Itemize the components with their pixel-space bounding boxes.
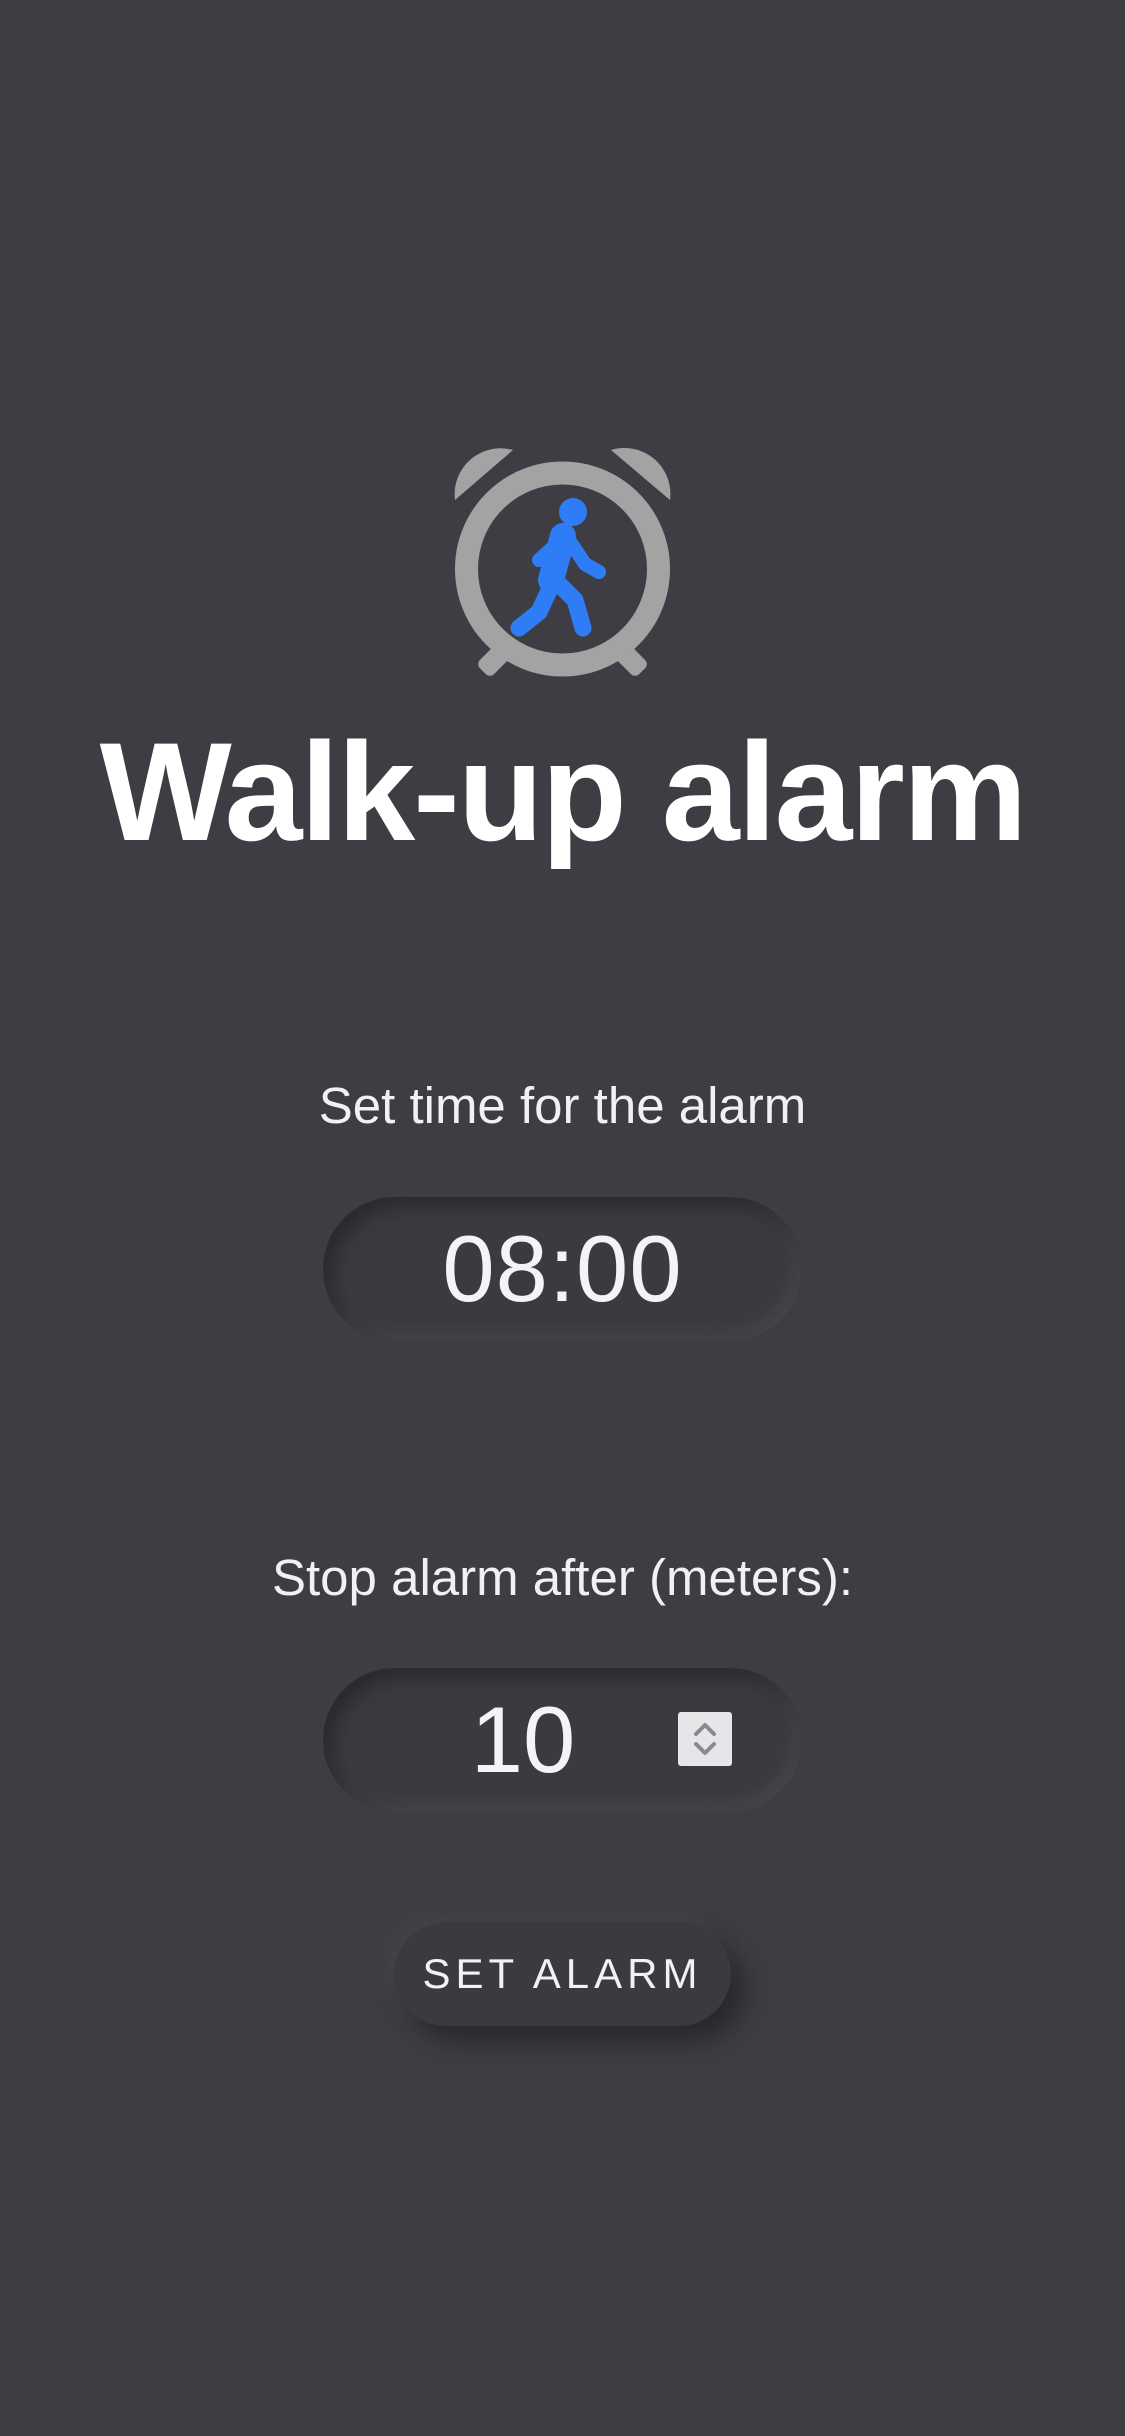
time-value[interactable]: 08:00 <box>323 1197 802 1341</box>
up-down-stepper-icon[interactable] <box>678 1712 732 1766</box>
meters-input[interactable]: 10 <box>323 1668 802 1812</box>
meters-label: Stop alarm after (meters): <box>272 1549 853 1606</box>
alarm-clock-walking-icon <box>435 432 690 687</box>
time-label: Set time for the alarm <box>318 1077 807 1134</box>
time-input[interactable]: 08:00 <box>323 1197 802 1341</box>
alarm-screen: Walk-up alarm Set time for the alarm 08:… <box>0 0 1125 2436</box>
set-alarm-button[interactable]: SET ALARM <box>394 1922 731 2026</box>
meters-value[interactable]: 10 <box>463 1668 583 1812</box>
app-title: Walk-up alarm <box>99 713 1028 870</box>
